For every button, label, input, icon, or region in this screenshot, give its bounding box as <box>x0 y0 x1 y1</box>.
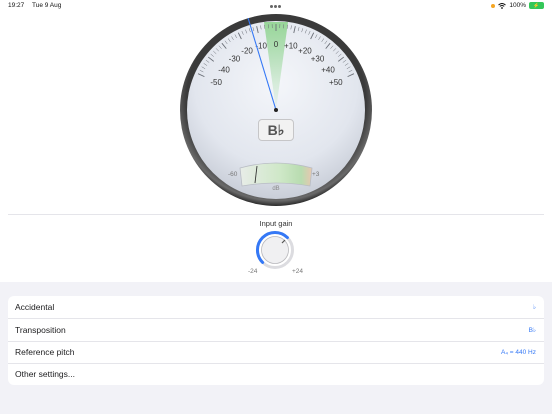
setting-value: A₄ = 440 Hz <box>501 348 536 356</box>
input-gain-knob[interactable] <box>253 230 297 270</box>
setting-label: Reference pitch <box>15 347 75 358</box>
scale-label: +40 <box>321 65 335 74</box>
scale-label: -40 <box>218 65 230 74</box>
setting-value: B♭ <box>528 326 536 334</box>
knob-icon <box>255 230 294 269</box>
gain-min-label: -24 <box>248 268 258 275</box>
scale-label: -20 <box>241 47 253 56</box>
setting-label: Transposition <box>15 324 66 335</box>
needle-pivot <box>274 108 278 112</box>
settings-list: Accidental ♭ Transposition B♭ Reference … <box>8 296 544 385</box>
setting-value: ♭ <box>532 304 536 312</box>
scale-label: 0 <box>274 40 279 49</box>
section-divider <box>8 214 544 215</box>
level-meter-max-label: +3 <box>312 171 320 178</box>
detected-note: B♭ <box>258 119 294 141</box>
gain-max-label: +24 <box>292 268 304 275</box>
level-meter-min-label: -60 <box>228 171 238 178</box>
setting-reference-pitch[interactable]: Reference pitch A₄ = 440 Hz <box>8 340 544 363</box>
input-gain-label: Input gain <box>259 219 293 228</box>
setting-label: Other settings... <box>15 369 75 380</box>
scale-label: +10 <box>284 42 298 51</box>
setting-label: Accidental <box>15 302 55 313</box>
setting-transposition[interactable]: Transposition B♭ <box>8 318 544 340</box>
scale-label: -50 <box>210 78 222 87</box>
tuner-dial-graphic: -50-40-30-20-10 0 +10+20+30+40+50 -60 +3 d… <box>180 14 372 206</box>
setting-other[interactable]: Other settings... <box>8 362 544 385</box>
scale-label: -30 <box>229 55 241 64</box>
scale-label: +30 <box>311 55 325 64</box>
tuner-dial: -50 -40 -30 -20 -10 0 +10 +20 +30 +40 +50 -60 +3 d… <box>0 0 552 215</box>
setting-accidental[interactable]: Accidental ♭ <box>8 296 544 318</box>
scale-label: +50 <box>329 78 343 87</box>
level-meter-unit-label: dB <box>272 186 279 192</box>
